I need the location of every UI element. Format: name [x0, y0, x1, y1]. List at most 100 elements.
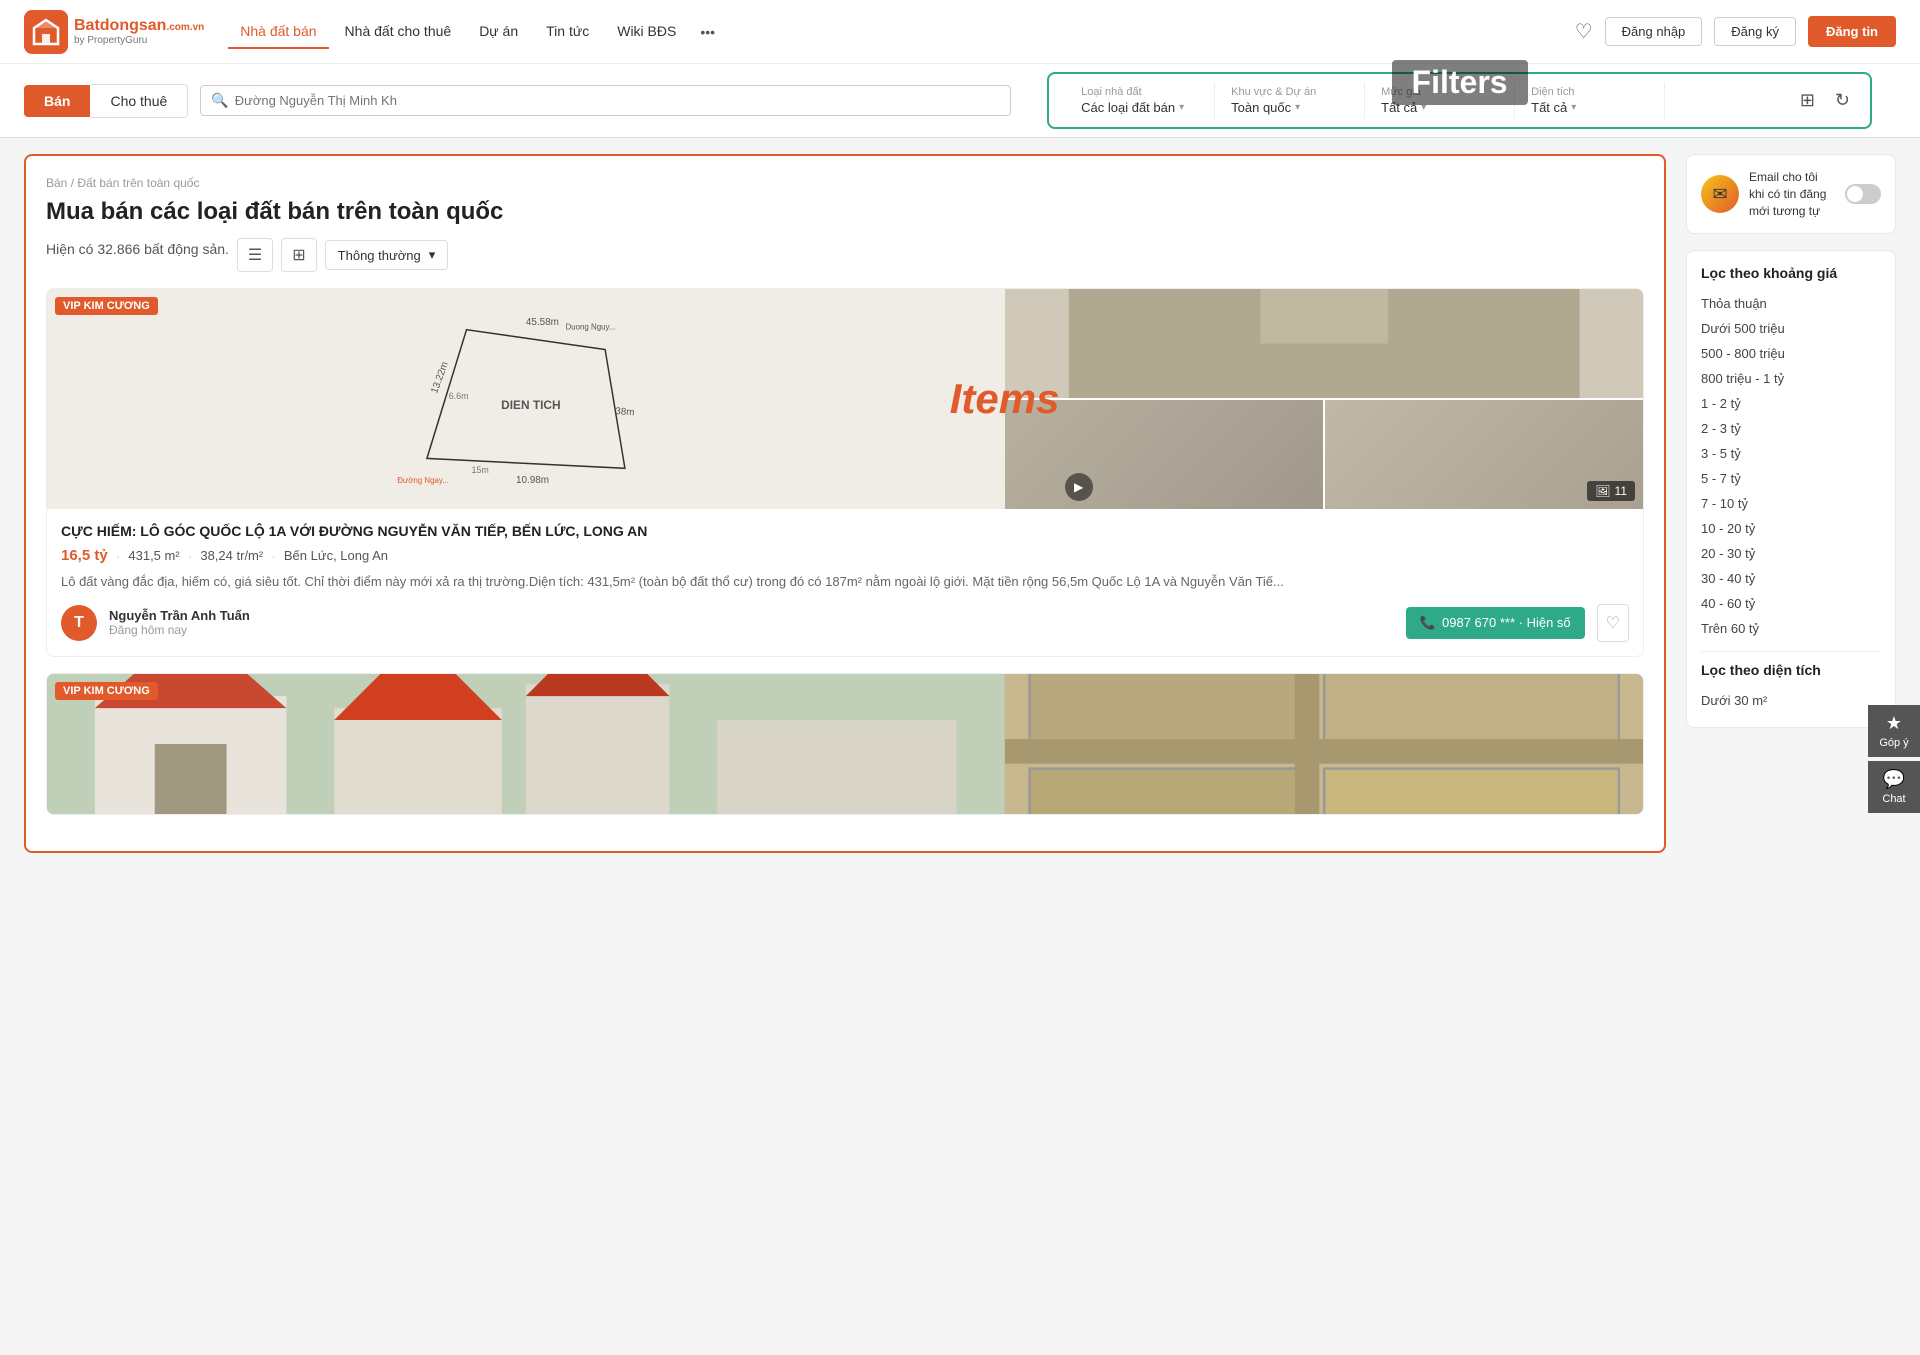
svg-text:45.58m: 45.58m: [526, 317, 559, 328]
toggle-knob: [1847, 186, 1863, 202]
listing-image-top-right[interactable]: [1005, 289, 1643, 398]
left-column: Bán / Đất bán trên toàn quốc Mua bán các…: [24, 154, 1666, 853]
star-icon: ★: [1886, 713, 1902, 734]
nav-tin-tuc[interactable]: Tin tức: [534, 15, 601, 49]
filter-option[interactable]: Dưới 500 triệu: [1701, 316, 1881, 341]
listing-image-right-2[interactable]: [1005, 674, 1643, 814]
breadcrumb-dat-ban: Đất bán trên toàn quốc: [77, 176, 199, 190]
breadcrumb-ban[interactable]: Bán: [46, 176, 67, 190]
card-desc: Lô đất vàng đắc địa, hiếm có, giá siêu t…: [61, 572, 1629, 592]
search-input[interactable]: [235, 93, 1000, 108]
svg-text:Duong Nguy...: Duong Nguy...: [565, 323, 615, 332]
filter-option[interactable]: 2 - 3 tỷ: [1701, 416, 1881, 441]
filter-option[interactable]: 20 - 30 tỷ: [1701, 541, 1881, 566]
tab-ban[interactable]: Bán: [24, 85, 90, 117]
card-title: CỰC HIẾM: LÔ GÓC QUỐC LỘ 1A VỚI ĐƯỜNG NG…: [61, 523, 1629, 539]
card-body: CỰC HIẾM: LÔ GÓC QUỐC LỘ 1A VỚI ĐƯỜNG NG…: [47, 509, 1643, 656]
card-images: VIP KIM CƯƠNG Items 13.22m: [47, 289, 1643, 509]
listing-images-right: 🖼 11 ▶: [1005, 289, 1643, 509]
svg-text:15m: 15m: [471, 465, 488, 475]
main-nav: Nhà đất bán Nhà đất cho thuê Dự án Tin t…: [228, 15, 1550, 49]
login-button[interactable]: Đăng nhập: [1605, 17, 1703, 46]
nav-more[interactable]: •••: [692, 16, 723, 48]
logo-icon: [24, 10, 68, 54]
nav-nha-dat-cho-thue[interactable]: Nhà đất cho thuê: [333, 15, 464, 49]
svg-text:10.98m: 10.98m: [516, 475, 549, 486]
svg-text:DIEN TICH: DIEN TICH: [501, 398, 560, 412]
right-column: ✉ Email cho tôi khi có tin đăng mới tươn…: [1686, 154, 1896, 853]
listing-images-bottom-right: 🖼 11: [1005, 400, 1643, 509]
listing-image-bottom-left[interactable]: [1005, 400, 1323, 509]
search-icon: 🔍: [211, 92, 228, 109]
sort-dropdown[interactable]: Thông thường ▾: [325, 240, 449, 270]
filter-option[interactable]: 5 - 7 tỷ: [1701, 466, 1881, 491]
filter-panel: Lọc theo khoảng giá Thỏa thuận Dưới 500 …: [1686, 250, 1896, 728]
poster-info: Nguyễn Trần Anh Tuấn Đăng hôm nay: [109, 608, 1394, 637]
nav-nha-dat-ban[interactable]: Nhà đất bán: [228, 15, 328, 49]
view-grid-button[interactable]: ⊞: [281, 238, 316, 272]
nav-wiki-bds[interactable]: Wiki BĐS: [605, 15, 688, 49]
nav-du-an[interactable]: Dự án: [467, 15, 530, 49]
advanced-filter-button[interactable]: ⊞: [1796, 86, 1819, 115]
logo-text: Batdongsan.com.vn by PropertyGuru: [74, 17, 204, 46]
logo[interactable]: Batdongsan.com.vn by PropertyGuru: [24, 10, 204, 54]
filter-option[interactable]: Dưới 30 m²: [1701, 688, 1881, 713]
chevron-down-icon: ▾: [429, 247, 436, 263]
filter-option[interactable]: 800 triệu - 1 tỷ: [1701, 366, 1881, 391]
svg-text:6.6m: 6.6m: [449, 391, 469, 401]
listing-toolbar: Hiện có 32.866 bất động sản. ☰ ⊞ Thông t…: [46, 238, 1644, 272]
filter-actions: ⊞ ↻: [1796, 86, 1854, 115]
card-footer: T Nguyễn Trần Anh Tuấn Đăng hôm nay 📞 09…: [61, 604, 1629, 642]
filter-option[interactable]: 1 - 2 tỷ: [1701, 391, 1881, 416]
svg-text:Đường Ngay...: Đường Ngay...: [397, 476, 449, 485]
gop-y-button[interactable]: ★ Góp ý: [1868, 705, 1920, 757]
svg-text:38m: 38m: [615, 406, 635, 419]
filter-khu-vuc[interactable]: Khu vực & Dự án Toàn quốc ▾: [1215, 82, 1365, 119]
filter-option[interactable]: 3 - 5 tỷ: [1701, 441, 1881, 466]
listing-image-main[interactable]: 13.22m 45.58m 38m 10.98m 6.6m 15m Đường …: [47, 289, 1005, 509]
header: Batdongsan.com.vn by PropertyGuru Nhà đấ…: [0, 0, 1920, 64]
reset-filter-button[interactable]: ↻: [1831, 86, 1854, 115]
email-icon: ✉: [1701, 175, 1739, 213]
view-list-button[interactable]: ☰: [237, 238, 273, 272]
email-alert-box: ✉ Email cho tôi khi có tin đăng mới tươn…: [1686, 154, 1896, 234]
filter-option[interactable]: 40 - 60 tỷ: [1701, 591, 1881, 616]
listing-image-bottom-right[interactable]: 🖼 11: [1325, 400, 1643, 509]
float-buttons: ★ Góp ý 💬 Chat: [1868, 705, 1920, 813]
chat-button[interactable]: 💬 Chat: [1868, 761, 1920, 813]
card-meta: 16,5 tỷ · 431,5 m² · 38,24 tr/m² · Bến L…: [61, 547, 1629, 564]
email-alert-text: Email cho tôi khi có tin đăng mới tương …: [1749, 169, 1835, 219]
filter-divider: [1701, 651, 1881, 652]
filter-option[interactable]: 30 - 40 tỷ: [1701, 566, 1881, 591]
area-filter-title: Lọc theo diện tích: [1701, 662, 1881, 678]
filter-option[interactable]: 500 - 800 triệu: [1701, 341, 1881, 366]
chat-icon: 💬: [1883, 769, 1905, 790]
poster-name: Nguyễn Trần Anh Tuấn: [109, 608, 1394, 623]
phone-button[interactable]: 📞 0987 670 *** · Hiện số: [1406, 607, 1585, 639]
post-button[interactable]: Đăng tin: [1808, 16, 1896, 47]
favorite-button[interactable]: ♡: [1597, 604, 1629, 642]
email-toggle[interactable]: [1845, 184, 1881, 204]
card-location: Bến Lức, Long An: [284, 548, 388, 563]
tab-cho-thue[interactable]: Cho thuê: [90, 84, 188, 118]
filter-option[interactable]: Trên 60 tỷ: [1701, 616, 1881, 641]
wishlist-button[interactable]: ♡: [1575, 19, 1593, 44]
search-input-wrap: 🔍: [200, 85, 1011, 116]
filter-dien-tich[interactable]: Diện tích Tất cả ▾: [1515, 82, 1665, 119]
register-button[interactable]: Đăng ký: [1714, 17, 1796, 46]
filter-option[interactable]: Thỏa thuận: [1701, 291, 1881, 316]
filter-muc-gia[interactable]: Mức giá Tất cả ▾: [1365, 82, 1515, 119]
image-count: 🖼 11: [1587, 481, 1635, 501]
price-filter-title: Lọc theo khoảng giá: [1701, 265, 1881, 281]
listing-count: Hiện có 32.866 bất động sản.: [46, 241, 229, 257]
card-area: 431,5 m²: [128, 548, 179, 563]
listing-card: VIP KIM CƯƠNG Items 13.22m: [46, 288, 1644, 657]
vip-badge: VIP KIM CƯƠNG: [55, 682, 158, 700]
phone-icon: 📞: [1420, 615, 1436, 631]
header-actions: ♡ Đăng nhập Đăng ký Đăng tin: [1575, 16, 1896, 47]
listing-image-main-2[interactable]: [47, 674, 1005, 814]
filter-option[interactable]: 10 - 20 tỷ: [1701, 516, 1881, 541]
filter-loai-nha-dat[interactable]: Loại nhà đất Các loại đất bán ▾: [1065, 82, 1215, 119]
filter-option[interactable]: 7 - 10 tỷ: [1701, 491, 1881, 516]
play-video-button[interactable]: ▶: [1065, 473, 1093, 501]
